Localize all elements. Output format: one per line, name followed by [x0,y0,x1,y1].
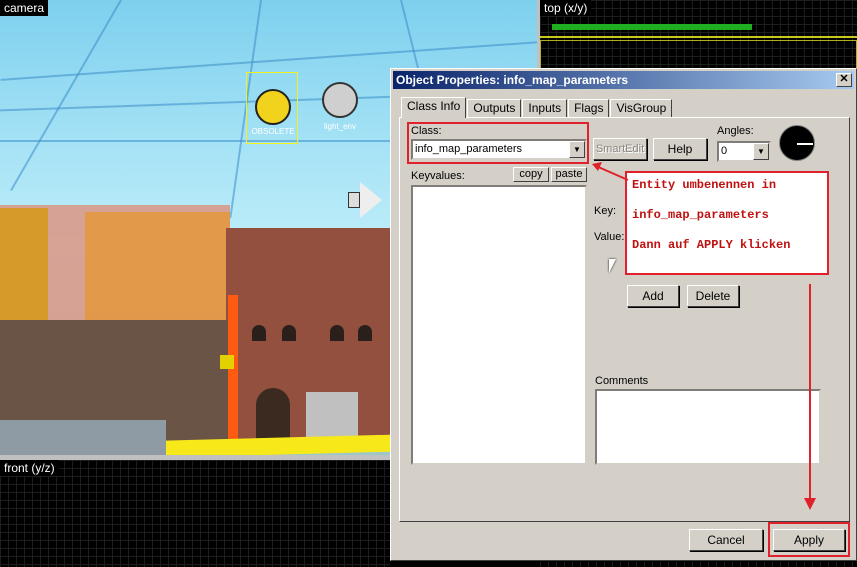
object-properties-dialog: Object Properties: info_map_parameters ✕… [390,68,857,561]
value-label: Value: [594,231,625,243]
keyvalues-list[interactable] [411,185,587,465]
sky-grid-line [10,0,122,192]
comments-label: Comments [595,375,649,387]
top-viewport-label: top (x/y) [540,0,592,16]
speaker-icon[interactable] [348,180,388,220]
instruction-line-1: Entity umbenennen in [632,178,777,192]
angles-label: Angles: [717,125,754,137]
cancel-button[interactable]: Cancel [689,529,763,551]
add-button[interactable]: Add [627,285,679,307]
keyvalues-label: Keyvalues: [411,170,465,182]
tab-flags[interactable]: Flags [568,99,610,118]
angle-dial-icon[interactable] [779,125,815,161]
tab-inputs[interactable]: Inputs [522,99,568,118]
mouse-cursor-icon [609,259,616,273]
sun-icon [322,82,358,118]
brush-yellow [540,36,857,38]
paste-button[interactable]: paste [551,167,587,182]
angles-dropdown-value: 0 [721,145,728,157]
comments-field[interactable] [595,389,821,465]
copy-button[interactable]: copy [513,167,549,182]
tab-strip: Class Info Outputs Inputs Flags VisGroup [401,97,673,118]
building-transparent-block [85,212,230,320]
entity-light-env-label: light_env [323,122,357,131]
orange-pipe [228,295,238,445]
apply-highlight-box [768,522,850,557]
class-highlight-box [407,122,589,164]
yellow-marker [220,355,234,369]
tab-visgroup[interactable]: VisGroup [610,99,673,118]
angles-dropdown[interactable]: 0 ▼ [717,141,771,162]
entity-obsolete-sprite[interactable]: OBSOLETE [246,72,298,144]
instruction-note: Entity umbenennen in info_map_parameters… [625,171,829,275]
rollup-door [306,392,358,442]
close-icon[interactable]: ✕ [836,73,852,87]
dialog-title: Object Properties: info_map_parameters [396,73,629,87]
arched-door [256,388,290,444]
building-orange-block [0,208,48,320]
brush-green [552,24,752,30]
ground-concrete [0,420,166,455]
entity-obsolete-label: OBSOLETE [251,127,295,136]
front-viewport[interactable]: front (y/z) [0,460,390,567]
camera-viewport-label: camera [0,0,49,16]
chevron-down-icon[interactable]: ▼ [753,143,769,160]
tab-outputs[interactable]: Outputs [467,99,522,118]
help-button[interactable]: Help [653,138,707,160]
instruction-line-3: Dann auf APPLY klicken [632,238,791,252]
instruction-line-2: info_map_parameters [632,208,769,222]
tab-class-info[interactable]: Class Info [401,97,467,118]
dialog-titlebar[interactable]: Object Properties: info_map_parameters ✕ [393,71,854,89]
delete-button[interactable]: Delete [687,285,739,307]
obsolete-face-icon [255,89,291,125]
entity-light-env-sprite[interactable]: light_env [318,82,362,138]
smartedit-button[interactable]: SmartEdit [593,138,647,160]
front-viewport-label: front (y/z) [0,460,59,476]
key-label: Key: [594,205,617,217]
